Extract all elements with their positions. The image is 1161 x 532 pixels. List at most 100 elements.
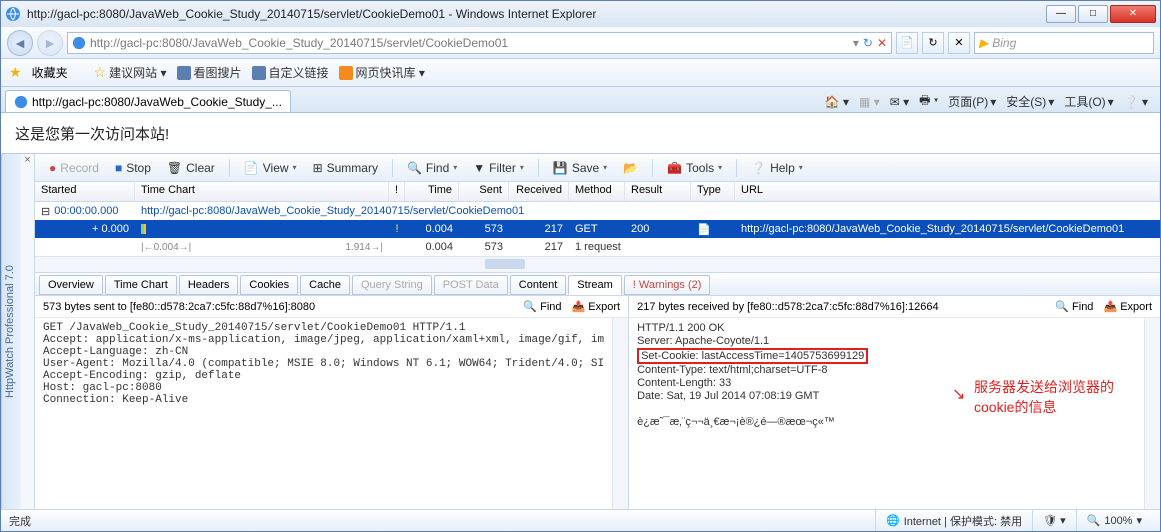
tab-stream[interactable]: Stream xyxy=(568,275,621,295)
forward-button[interactable]: ► xyxy=(37,30,63,56)
request-vscrollbar[interactable] xyxy=(612,318,628,509)
grid-hscrollbar[interactable] xyxy=(35,256,1160,272)
view-menu[interactable]: 📄View▾ xyxy=(238,159,303,177)
tab-overview[interactable]: Overview xyxy=(39,275,103,295)
status-zone[interactable]: 🌐 Internet | 保护模式: 禁用 xyxy=(875,510,1032,531)
fav-item-2[interactable]: 自定义链接 xyxy=(252,64,329,81)
grid-group-row[interactable]: ⊟00:00:00.000 http://gacl-pc:8080/JavaWe… xyxy=(35,202,1160,220)
fav-item-3[interactable]: 网页快讯库 ▾ xyxy=(339,64,425,81)
save-menu[interactable]: 💾Save▾ xyxy=(547,159,613,177)
detail-tabs: Overview Time Chart Headers Cookies Cach… xyxy=(35,272,1160,296)
col-method[interactable]: Method xyxy=(569,182,625,201)
home-button[interactable]: 🏠 ▾ xyxy=(825,95,849,109)
compat-view-button[interactable]: 📄 xyxy=(896,32,918,54)
ie-icon xyxy=(14,95,28,109)
collapse-icon[interactable]: ⊟ xyxy=(41,205,50,218)
stop-icon[interactable]: ✕ xyxy=(877,36,887,50)
col-time[interactable]: Time xyxy=(405,182,459,201)
summary-button[interactable]: ⊞Summary xyxy=(307,159,384,177)
response-vscrollbar[interactable] xyxy=(1144,318,1160,509)
tab-postdata[interactable]: POST Data xyxy=(434,275,508,295)
find-button-right[interactable]: 🔍 Find xyxy=(1055,300,1093,313)
stop-button[interactable]: ■Stop xyxy=(109,159,157,177)
tab-querystring[interactable]: Query String xyxy=(352,275,432,295)
page-menu[interactable]: 页面(P) ▾ xyxy=(948,93,996,110)
page-icon xyxy=(177,66,191,80)
address-bar[interactable]: ▾ ↻ ✕ xyxy=(67,32,892,54)
status-security[interactable]: 🛡 ▾ xyxy=(1032,510,1076,531)
fav-item-0[interactable]: ☆建议网站 ▾ xyxy=(94,64,167,81)
httpwatch-toolbar: ●Record ■Stop 🗑Clear 📄View▾ ⊞Summary 🔍Fi… xyxy=(35,154,1160,182)
feed-icon xyxy=(339,66,353,80)
request-pane-header: 573 bytes sent to [fe80::d578:2ca7:c5fc:… xyxy=(43,301,315,313)
tools-menu[interactable]: 工具(O) ▾ xyxy=(1064,93,1113,110)
request-pane: 573 bytes sent to [fe80::d578:2ca7:c5fc:… xyxy=(35,296,629,509)
minimize-button[interactable]: — xyxy=(1046,5,1076,23)
open-button[interactable]: 📂 xyxy=(617,159,644,177)
status-done: 完成 xyxy=(9,513,31,529)
arrow-icon: ↘ xyxy=(952,386,965,404)
maximize-button[interactable]: □ xyxy=(1078,5,1108,23)
col-type[interactable]: Type xyxy=(691,182,735,201)
browser-tab[interactable]: http://gacl-pc:8080/JavaWeb_Cookie_Study… xyxy=(5,90,291,112)
export-button-right[interactable]: 📤 Export xyxy=(1103,300,1152,313)
col-result[interactable]: Result xyxy=(625,182,691,201)
feeds-button[interactable]: ▦ ▾ xyxy=(859,95,880,109)
favorites-label[interactable]: 收藏夹 xyxy=(32,64,68,81)
set-cookie-highlight: Set-Cookie: lastAccessTime=1405753699129 xyxy=(637,348,868,364)
nav-toolbar: ◄ ► ▾ ↻ ✕ 📄 ↻ ✕ ▶ Bing xyxy=(1,27,1160,59)
status-bar: 完成 🌐 Internet | 保护模式: 禁用 🛡 ▾ 🔍 100% ▾ xyxy=(1,509,1160,531)
col-sent[interactable]: Sent xyxy=(459,182,509,201)
col-started[interactable]: Started xyxy=(35,182,135,201)
help-button[interactable]: ❔ ▾ xyxy=(1124,95,1148,109)
safety-menu[interactable]: 安全(S) ▾ xyxy=(1006,93,1054,110)
tab-title: http://gacl-pc:8080/JavaWeb_Cookie_Study… xyxy=(32,95,282,109)
response-pane-header: 217 bytes received by [fe80::d578:2ca7:c… xyxy=(637,301,939,313)
response-body[interactable]: HTTP/1.1 200 OK Server: Apache-Coyote/1.… xyxy=(629,318,1144,509)
stop-button[interactable]: ✕ xyxy=(948,32,970,54)
grid-data-row[interactable]: + 0.000 ! 0.004 573 217 GET 200 📄 http:/… xyxy=(35,220,1160,238)
search-box[interactable]: ▶ Bing xyxy=(974,32,1154,54)
request-grid: ⊟00:00:00.000 http://gacl-pc:8080/JavaWe… xyxy=(35,202,1160,256)
col-bang[interactable]: ! xyxy=(389,182,405,201)
col-url[interactable]: URL xyxy=(735,182,1160,201)
favorites-bar: ★ 收藏夹 ☆建议网站 ▾ 看图搜片 自定义链接 网页快讯库 ▾ xyxy=(1,59,1160,87)
favorites-star-icon[interactable]: ★ xyxy=(9,64,22,81)
ie-icon xyxy=(5,6,21,22)
tab-bar: http://gacl-pc:8080/JavaWeb_Cookie_Study… xyxy=(1,87,1160,113)
tab-warnings[interactable]: ! Warnings (2) xyxy=(624,275,711,295)
command-bar: 🏠 ▾ ▦ ▾ ✉ ▾ 🖶 ▾ 页面(P) ▾ 安全(S) ▾ 工具(O) ▾ … xyxy=(825,91,1156,112)
page-content: 这是您第一次访问本站! xyxy=(1,113,1160,153)
print-button[interactable]: 🖶 ▾ xyxy=(919,91,938,112)
find-button[interactable]: 🔍Find▾ xyxy=(401,159,463,177)
tab-cache[interactable]: Cache xyxy=(300,275,350,295)
status-zoom[interactable]: 🔍 100% ▾ xyxy=(1076,510,1152,531)
close-button[interactable]: ✕ xyxy=(1110,5,1156,23)
tab-timechart[interactable]: Time Chart xyxy=(105,275,177,295)
mail-button[interactable]: ✉ ▾ xyxy=(890,95,909,109)
annotation-text: ↘服务器发送给浏览器的cookie的信息 xyxy=(974,378,1114,418)
tools-menu-hw[interactable]: 🧰Tools▾ xyxy=(661,159,728,177)
col-timechart[interactable]: Time Chart xyxy=(135,182,389,201)
export-button-left[interactable]: 📤 Export xyxy=(572,300,621,313)
window-titlebar: http://gacl-pc:8080/JavaWeb_Cookie_Study… xyxy=(1,1,1160,27)
help-menu-hw[interactable]: ❔Help▾ xyxy=(745,159,809,177)
httpwatch-close-icon[interactable]: × xyxy=(21,154,35,509)
url-input[interactable] xyxy=(90,36,849,50)
fav-item-1[interactable]: 看图搜片 xyxy=(177,64,242,81)
star-icon: ☆ xyxy=(94,64,107,81)
filter-button[interactable]: ▼Filter▾ xyxy=(467,159,530,177)
refresh-button[interactable]: ↻ xyxy=(922,32,944,54)
back-button[interactable]: ◄ xyxy=(7,30,33,56)
record-button[interactable]: ●Record xyxy=(43,159,105,177)
tab-content[interactable]: Content xyxy=(510,275,567,295)
tab-cookies[interactable]: Cookies xyxy=(240,275,298,295)
request-body[interactable]: GET /JavaWeb_Cookie_Study_20140715/servl… xyxy=(35,318,612,509)
dropdown-icon[interactable]: ▾ xyxy=(853,36,859,50)
col-received[interactable]: Received xyxy=(509,182,569,201)
httpwatch-side-tab[interactable]: HttpWatch Professional 7.0 xyxy=(1,154,21,509)
refresh-icon[interactable]: ↻ xyxy=(863,36,873,50)
find-button-left[interactable]: 🔍 Find xyxy=(523,300,561,313)
clear-button[interactable]: 🗑Clear xyxy=(161,159,221,177)
tab-headers[interactable]: Headers xyxy=(179,275,239,295)
